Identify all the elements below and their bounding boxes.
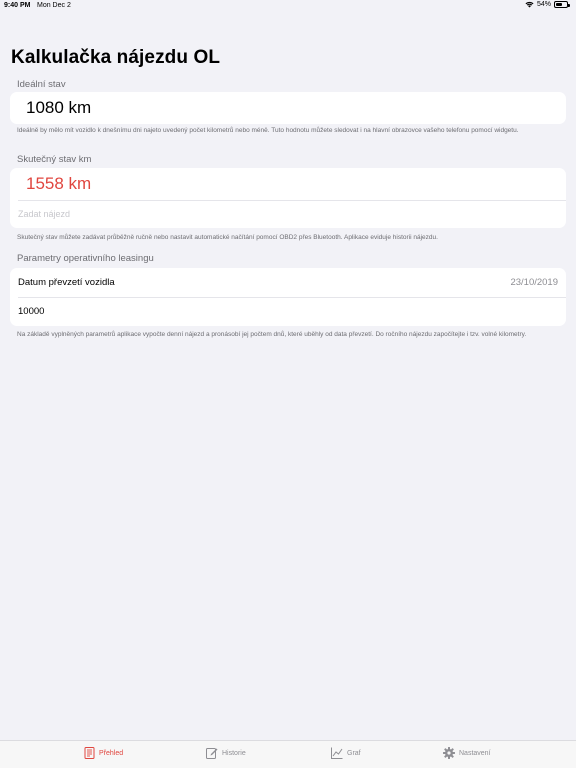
actual-row: 1558 km <box>10 168 566 200</box>
tab-label: Nastavení <box>459 749 491 757</box>
ideal-card: 1080 km <box>10 92 566 124</box>
ideal-note: Ideálně by mělo mít vozidlo k dnešnímu d… <box>17 127 519 134</box>
actual-value: 1558 km <box>26 174 92 193</box>
ideal-header: Ideální stav <box>17 79 66 90</box>
date-row[interactable]: Datum převzetí vozidla 23/10/2019 <box>10 268 566 297</box>
edit-icon <box>206 748 218 759</box>
status-time: 9:40 PM <box>4 2 31 9</box>
tab-bar: Přehled Historie Graf Nastavení <box>0 740 576 768</box>
tab-nastaveni[interactable]: Nastavení <box>443 747 491 759</box>
ideal-row: 1080 km <box>10 92 566 124</box>
chart-icon <box>331 747 343 759</box>
status-bar: 9:40 PM Mon Dec 2 54% <box>0 0 576 12</box>
document-icon <box>84 747 95 759</box>
mileage-input-row[interactable]: Zadat nájezd <box>10 200 566 228</box>
page-title: Kalkulačka nájezdu OL <box>11 47 221 68</box>
leasing-note: Na základě vyplněných parametrů aplikace… <box>17 331 527 338</box>
actual-card: 1558 km Zadat nájezd <box>10 168 566 228</box>
leasing-header: Parametry operativního leasingu <box>17 253 154 264</box>
gear-icon <box>443 747 455 759</box>
leasing-card: Datum převzetí vozidla 23/10/2019 10000 <box>10 268 566 326</box>
km-row[interactable]: 10000 <box>10 297 566 326</box>
tab-prehled[interactable]: Přehled <box>84 747 123 759</box>
status-date: Mon Dec 2 <box>37 2 71 9</box>
tab-label: Graf <box>347 749 361 757</box>
actual-header: Skutečný stav km <box>17 154 92 165</box>
status-right: 54% <box>525 1 570 8</box>
date-value[interactable]: 23/10/2019 <box>510 277 558 288</box>
battery-icon <box>554 1 570 8</box>
date-label: Datum převzetí vozidla <box>18 277 115 288</box>
tab-label: Přehled <box>99 749 124 757</box>
tab-label: Historie <box>222 749 246 757</box>
mileage-input[interactable]: Zadat nájezd <box>18 209 70 219</box>
wifi-icon <box>525 1 534 8</box>
annual-km-input[interactable]: 10000 <box>18 306 44 317</box>
ideal-value: 1080 km <box>26 98 92 117</box>
actual-note: Skutečný stav můžete zadávat průběžně ru… <box>17 234 438 241</box>
tab-graf[interactable]: Graf <box>331 747 361 759</box>
battery-percent: 54% <box>536 1 551 8</box>
tab-historie[interactable]: Historie <box>206 747 246 759</box>
